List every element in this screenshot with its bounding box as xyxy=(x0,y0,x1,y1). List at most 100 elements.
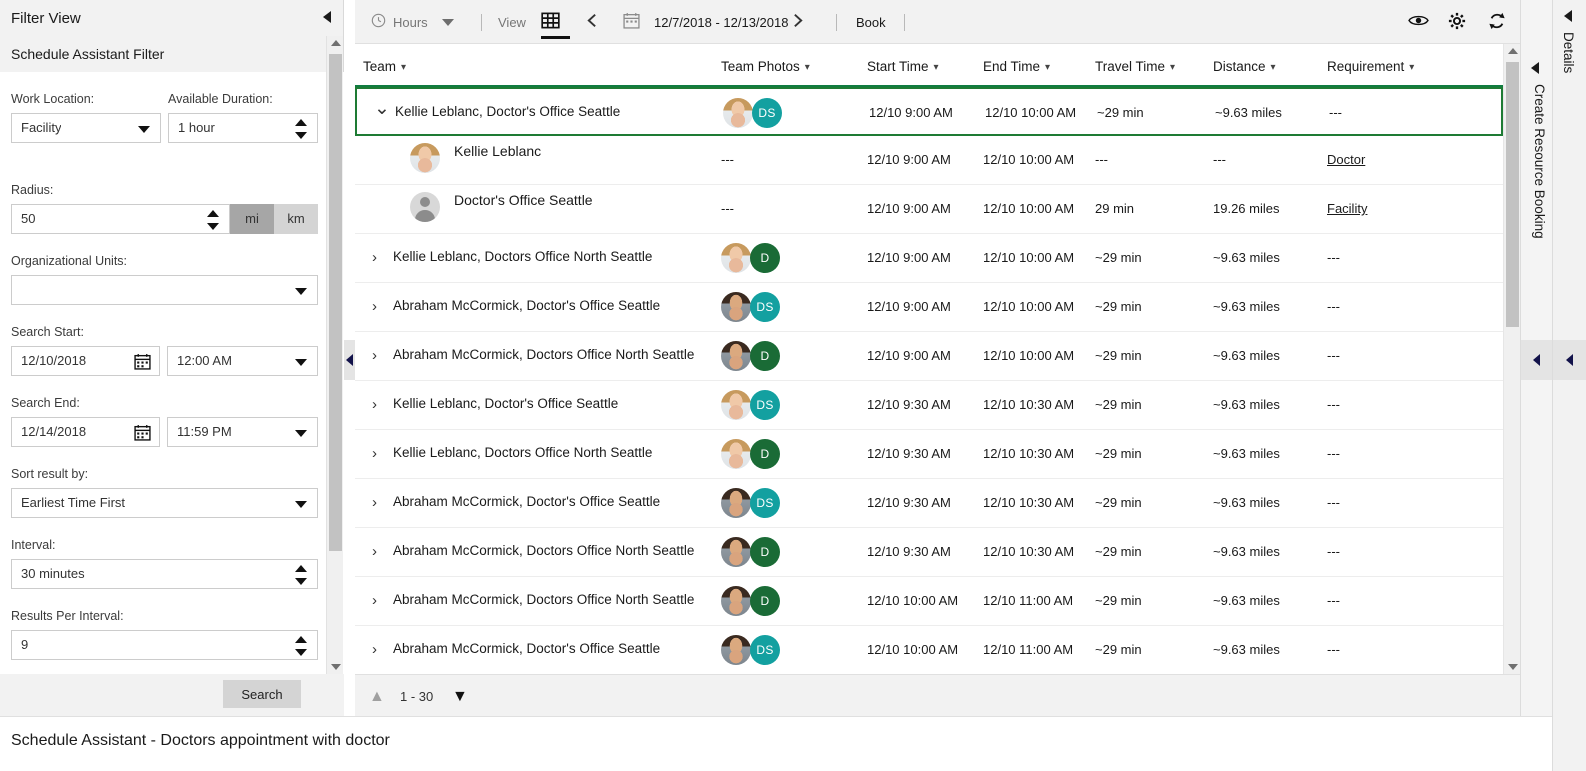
spinner-icon[interactable] xyxy=(295,564,309,586)
radius-unit-mi-button[interactable]: mi xyxy=(230,204,274,234)
settings-button[interactable] xyxy=(1448,0,1466,44)
column-header-team-photos[interactable]: Team Photos ▾ xyxy=(721,59,810,74)
team-badge: D xyxy=(750,243,780,273)
search-end-date-input[interactable]: 12/14/2018 xyxy=(11,417,160,447)
requirement-cell: --- xyxy=(1327,593,1340,608)
table-row[interactable]: › Abraham McCormick, Doctor's Office Seat… xyxy=(355,626,1503,674)
radius-input[interactable]: 50 xyxy=(11,204,230,234)
schedule-assistant-results-panel: Hours View 12/7/2018 - 12/13/2018 Book T… xyxy=(355,0,1520,716)
expand-row-icon[interactable]: › xyxy=(372,348,377,363)
travel-time-cell: ~29 min xyxy=(1095,446,1142,461)
start-time-cell: 12/10 9:30 AM xyxy=(867,397,951,412)
page-down-button[interactable]: ▼ xyxy=(452,688,468,706)
end-time-cell: 12/10 10:00 AM xyxy=(983,250,1075,265)
previous-period-button[interactable] xyxy=(584,0,601,44)
search-end-time-select[interactable]: 11:59 PM xyxy=(167,417,318,447)
search-start-date-input[interactable]: 12/10/2018 xyxy=(11,346,160,376)
table-row[interactable]: › Kellie Leblanc, Doctors Office North Se… xyxy=(355,234,1503,283)
spinner-icon[interactable] xyxy=(207,209,221,231)
expand-row-icon[interactable]: › xyxy=(372,544,377,559)
scrollbar-thumb[interactable] xyxy=(329,54,342,551)
splitter-collapse-icon[interactable] xyxy=(1566,354,1573,366)
available-duration-stepper[interactable]: 1 hour xyxy=(168,113,318,143)
spinner-icon[interactable] xyxy=(295,118,309,140)
collapse-create-resource-booking-icon[interactable] xyxy=(1531,62,1539,74)
date-range-label[interactable]: 12/7/2018 - 12/13/2018 xyxy=(654,0,788,44)
interval-label: Interval: xyxy=(11,538,56,552)
details-panel[interactable]: Details xyxy=(1552,0,1586,771)
radius-unit-km-button[interactable]: km xyxy=(274,204,318,234)
work-location-value: Facility xyxy=(21,120,62,135)
hours-dropdown[interactable]: Hours xyxy=(371,0,454,44)
column-header-team[interactable]: Team ▾ xyxy=(363,59,406,74)
avatar xyxy=(721,635,751,665)
table-row[interactable]: › Abraham McCormick, Doctors Office North… xyxy=(355,332,1503,381)
work-location-select[interactable]: Facility xyxy=(11,113,161,143)
requirement-cell-link[interactable]: Facility xyxy=(1327,201,1367,216)
requirement-cell[interactable]: Doctor xyxy=(1327,152,1365,167)
details-splitter[interactable] xyxy=(1553,340,1586,380)
column-header-travel-time[interactable]: Travel Time ▾ xyxy=(1095,59,1175,74)
expand-row-icon[interactable]: › xyxy=(372,299,377,314)
results-per-interval-stepper[interactable]: 9 xyxy=(11,630,318,660)
create-resource-booking-splitter[interactable] xyxy=(1521,340,1553,380)
table-row[interactable]: › Abraham McCormick, Doctors Office North… xyxy=(355,528,1503,577)
distance-cell: ~9.63 miles xyxy=(1213,299,1280,314)
table-subrow[interactable]: Kellie Leblanc --- 12/10 9:00 AM 12/10 10:0… xyxy=(355,136,1503,185)
requirement-cell-link[interactable]: Doctor xyxy=(1327,152,1365,167)
column-header-end-time[interactable]: End Time ▾ xyxy=(983,59,1050,74)
expand-row-icon[interactable]: › xyxy=(372,250,377,265)
splitter-collapse-icon[interactable] xyxy=(346,354,353,366)
scroll-up-icon[interactable] xyxy=(331,40,341,46)
column-header-start-time[interactable]: Start Time ▾ xyxy=(867,59,939,74)
calendar-icon[interactable] xyxy=(134,353,151,370)
scroll-down-icon[interactable] xyxy=(1508,664,1518,670)
organizational-units-select[interactable] xyxy=(11,275,318,305)
table-row[interactable]: › Abraham McCormick, Doctors Office North… xyxy=(355,577,1503,626)
spinner-icon[interactable] xyxy=(295,635,309,657)
scroll-up-icon[interactable] xyxy=(1508,48,1518,54)
next-period-button[interactable] xyxy=(789,0,806,44)
refresh-button[interactable] xyxy=(1488,0,1506,44)
scrollbar-thumb[interactable] xyxy=(1506,62,1519,327)
book-button[interactable]: Book xyxy=(856,0,886,44)
expand-row-icon[interactable]: › xyxy=(372,446,377,461)
table-row[interactable]: › Kellie Leblanc, Doctor's Office Seattle… xyxy=(355,381,1503,430)
search-start-time-select[interactable]: 12:00 AM xyxy=(167,346,318,376)
splitter-collapse-icon[interactable] xyxy=(1533,354,1540,366)
calendar-icon[interactable] xyxy=(134,424,151,441)
expand-row-icon[interactable]: › xyxy=(372,495,377,510)
results-grid-body[interactable]: ⌄ Kellie Leblanc, Doctor's Office Seattle… xyxy=(355,87,1503,674)
results-grid-scrollbar[interactable] xyxy=(1503,44,1520,674)
collapse-filter-panel-icon[interactable] xyxy=(323,11,331,23)
table-row[interactable]: › Abraham McCormick, Doctor's Office Seat… xyxy=(355,479,1503,528)
table-subrow[interactable]: Doctor's Office Seattle --- 12/10 9:00 AM 1… xyxy=(355,185,1503,234)
toolbar-separator xyxy=(836,14,837,31)
collapse-row-icon[interactable]: ⌄ xyxy=(374,99,390,118)
page-up-button[interactable]: ▲ xyxy=(369,688,385,706)
create-resource-booking-panel[interactable]: Create Resource Booking xyxy=(1520,0,1553,716)
search-button[interactable]: Search xyxy=(223,680,301,708)
column-header-distance[interactable]: Distance ▾ xyxy=(1213,59,1276,74)
column-header-requirement[interactable]: Requirement ▾ xyxy=(1327,59,1414,74)
visibility-toggle-button[interactable] xyxy=(1408,0,1429,44)
table-row[interactable]: › Kellie Leblanc, Doctors Office North Se… xyxy=(355,430,1503,479)
expand-row-icon[interactable]: › xyxy=(372,397,377,412)
table-row[interactable]: › Abraham McCormick, Doctor's Office Seat… xyxy=(355,283,1503,332)
calendar-picker-button[interactable] xyxy=(623,0,640,44)
team-name: Abraham McCormick, Doctor's Office Seatt… xyxy=(393,494,661,509)
filter-panel-scrollbar[interactable] xyxy=(326,36,343,674)
expand-row-icon[interactable]: › xyxy=(372,593,377,608)
team-name: Kellie Leblanc, Doctor's Office Seattle xyxy=(393,396,619,411)
avatar xyxy=(721,586,751,616)
filter-panel-splitter[interactable] xyxy=(344,0,355,716)
interval-stepper[interactable]: 30 minutes xyxy=(11,559,318,589)
scroll-down-icon[interactable] xyxy=(331,664,341,670)
chevron-down-icon xyxy=(295,288,307,295)
chevron-down-icon: ▾ xyxy=(933,62,939,73)
expand-row-icon[interactable]: › xyxy=(372,642,377,657)
table-row[interactable]: ⌄ Kellie Leblanc, Doctor's Office Seattle… xyxy=(355,87,1503,136)
requirement-cell[interactable]: Facility xyxy=(1327,201,1367,216)
sort-result-by-select[interactable]: Earliest Time First xyxy=(11,488,318,518)
collapse-details-icon[interactable] xyxy=(1564,10,1572,22)
